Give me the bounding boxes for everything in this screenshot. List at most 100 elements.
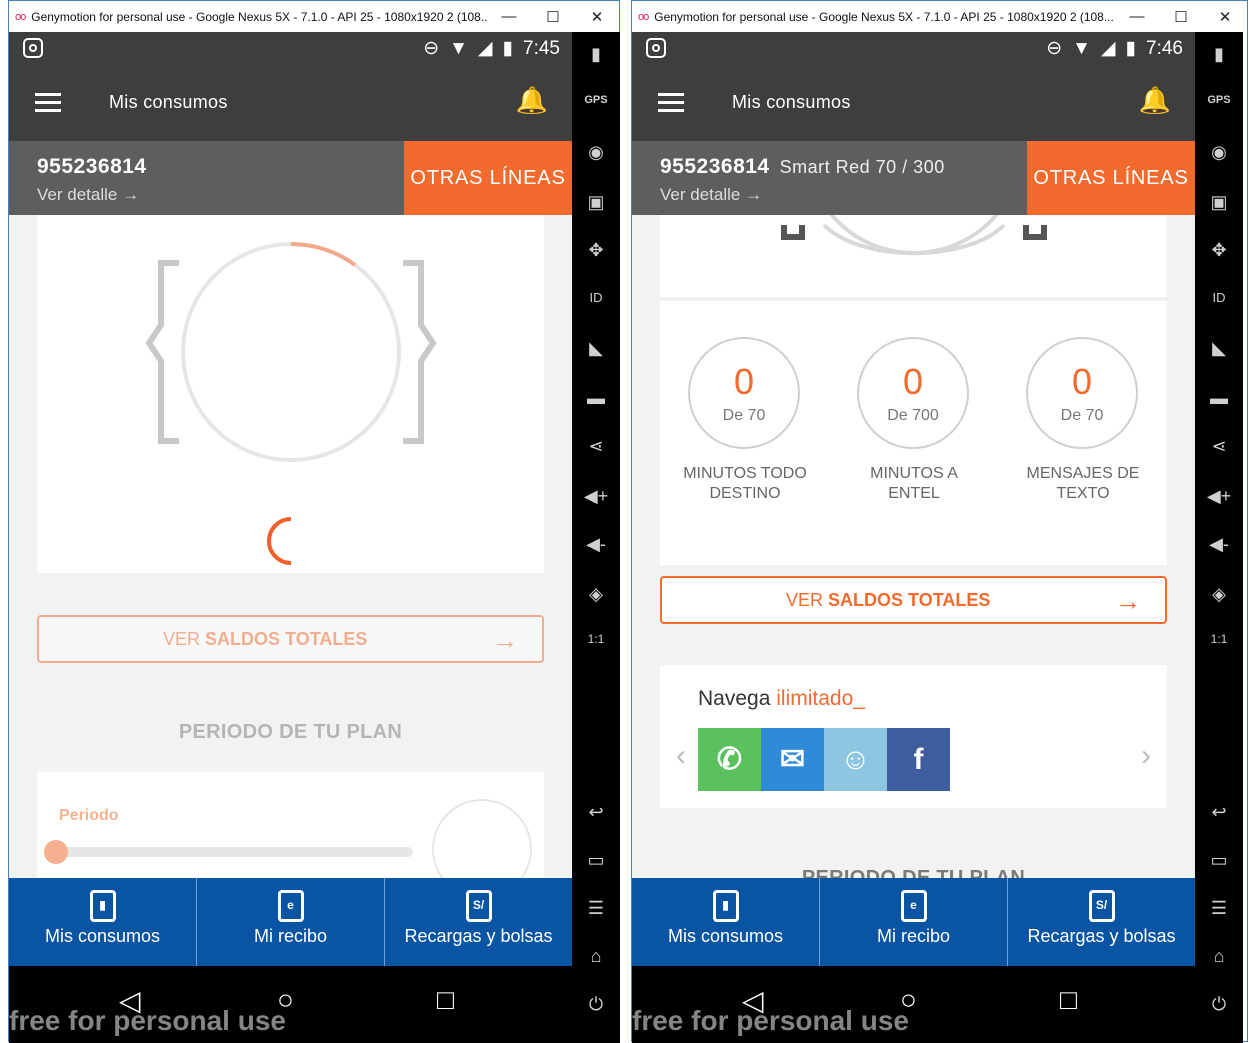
arrow-right-icon: → [745,185,763,204]
chevron-right-icon[interactable]: › [1141,739,1151,773]
back-icon[interactable]: ↩ [572,802,620,823]
status-bar: ⊖ ▼ ◢ ▮ 7:45 [9,32,572,65]
menu-icon[interactable] [658,93,684,113]
battery-icon[interactable]: ▮ [1195,44,1243,65]
detail-link[interactable]: Ver detalle → [660,185,762,205]
battery-icon: ▮ [502,38,514,59]
left-brace-icon [145,260,179,444]
share-icon[interactable]: ⋖ [1195,436,1243,457]
dpad-icon[interactable]: ✥ [572,240,620,261]
balance-label: MINUTOS A ENTEL [870,465,958,502]
promo-title: Navega ilimitado_ [698,687,865,710]
cast-icon[interactable]: ◣ [572,338,620,359]
volume-up-icon[interactable]: ◀+ [1195,486,1243,507]
phone-number: 955236814 Smart Red 70 / 300 [660,155,945,178]
back-icon[interactable]: ↩ [1195,802,1243,823]
menu-icon[interactable]: ☰ [572,898,620,919]
sms-icon[interactable]: ▬ [1195,388,1243,409]
app-icon-row: ✆ ✉ ☺ f [698,728,950,791]
system-nav-bar: ◁ ○ □ free for personal use [9,966,572,1043]
other-lines-button[interactable]: OTRAS LÍNEAS [404,141,572,215]
recents-icon[interactable]: ▭ [572,850,620,871]
chevron-left-icon[interactable]: ‹ [676,739,686,773]
nav-mi-recibo[interactable]: e Mi recibo [820,878,1008,966]
app-toolbar: Mis consumos 🔔 [632,65,1195,141]
balance-bubble[interactable]: 0 De 70 [1026,337,1138,449]
emulator-window-1: oo Genymotion for personal use - Google … [8,0,620,1043]
signal-icon: ◢ [477,38,493,59]
phone-number: 955236814 [37,155,147,178]
camera-icon[interactable]: ◉ [1195,142,1243,163]
clapper-icon[interactable]: ▣ [1195,192,1243,213]
scale-icon[interactable]: 1:1 [572,632,620,646]
volume-down-icon[interactable]: ◀- [1195,534,1243,555]
volume-down-icon[interactable]: ◀- [572,534,620,555]
genymotion-logo-icon: oo [638,10,649,23]
share-icon[interactable]: ⋖ [572,436,620,457]
home-icon[interactable]: ⌂ [572,946,620,967]
other-lines-button[interactable]: OTRAS LÍNEAS [1027,141,1195,215]
power-icon[interactable]: ⏻ [572,994,620,1015]
detail-link[interactable]: Ver detalle → [37,185,139,205]
nav-recargas-bolsas[interactable]: S/ Recargas y bolsas [1008,878,1195,966]
bottom-nav: ▮ Mis consumos e Mi recibo S/ Recargas y… [9,878,572,966]
power-icon[interactable]: ⏻ [1195,994,1243,1015]
recents-icon[interactable]: □ [437,984,454,1016]
battery-icon[interactable]: ▮ [572,44,620,65]
dpad-icon[interactable]: ✥ [1195,240,1243,261]
rotate-icon[interactable]: ◈ [1195,584,1243,605]
view-total-balances-button[interactable]: VER SALDOS TOTALES → [37,615,544,663]
close-button[interactable]: ✕ [1203,8,1247,26]
balance-bubble[interactable]: 0 De 700 [857,337,969,449]
nav-mis-consumos[interactable]: ▮ Mis consumos [9,878,197,966]
bell-icon[interactable]: 🔔 [516,85,548,116]
id-icon[interactable]: ID [1195,290,1243,305]
view-total-balances-button[interactable]: VER SALDOS TOTALES → [660,576,1167,624]
balance-bubble[interactable]: 0 De 70 [688,337,800,449]
status-time: 7:46 [1146,37,1183,59]
left-brace-icon [781,225,805,240]
home-icon[interactable]: ⌂ [1195,946,1243,967]
bottom-nav: ▮ Mis consumos e Mi recibo S/ Recargas y… [632,878,1195,966]
phone-chart-icon: ▮ [89,890,116,922]
page-title: Mis consumos [732,92,851,112]
balances-card: 0 De 70 MINUTOS TODO DESTINO 0 De 700 MIN… [660,301,1167,565]
recents-icon[interactable]: ▭ [1195,850,1243,871]
recharge-bag-icon: S/ [1088,890,1115,922]
cast-icon[interactable]: ◣ [1195,338,1243,359]
bell-icon[interactable]: 🔔 [1139,85,1171,116]
window-titlebar: oo Genymotion for personal use - Google … [632,1,1247,32]
phone-screen: ⊖ ▼ ◢ ▮ 7:46 Mis consumos 🔔 955236814 Sma… [632,32,1195,1043]
minimize-button[interactable]: — [487,8,531,25]
whatsapp-icon: ✆ [698,728,761,791]
period-circle [432,799,532,878]
period-title: PERIODO DE TU PLAN [801,867,1026,878]
nav-recargas-bolsas[interactable]: S/ Recargas y bolsas [385,878,572,966]
minimize-button[interactable]: — [1115,8,1159,25]
volume-up-icon[interactable]: ◀+ [572,486,620,507]
period-slider-handle[interactable] [44,840,68,864]
sms-icon[interactable]: ▬ [572,388,620,409]
gps-icon[interactable]: GPS [1195,94,1243,106]
rotate-icon[interactable]: ◈ [572,584,620,605]
instagram-icon [646,38,666,58]
dnd-icon: ⊖ [1046,38,1063,59]
maximize-button[interactable]: ☐ [531,8,575,26]
menu-icon[interactable]: ☰ [1195,898,1243,919]
recents-icon[interactable]: □ [1060,984,1077,1016]
waze-icon: ☺ [824,728,887,791]
nav-mi-recibo[interactable]: e Mi recibo [197,878,385,966]
maximize-button[interactable]: ☐ [1159,8,1203,26]
recharge-bag-icon: S/ [465,890,492,922]
nav-mis-consumos[interactable]: ▮ Mis consumos [632,878,820,966]
window-title: Genymotion for personal use - Google Nex… [654,9,1114,24]
clapper-icon[interactable]: ▣ [572,192,620,213]
id-icon[interactable]: ID [572,290,620,305]
messenger-icon: ✉ [761,728,824,791]
camera-icon[interactable]: ◉ [572,142,620,163]
scale-icon[interactable]: 1:1 [1195,632,1243,646]
main-content: 0 De 70 MINUTOS TODO DESTINO 0 De 700 MIN… [632,215,1195,878]
gps-icon[interactable]: GPS [572,94,620,106]
menu-icon[interactable] [35,93,61,113]
close-button[interactable]: ✕ [575,8,619,26]
